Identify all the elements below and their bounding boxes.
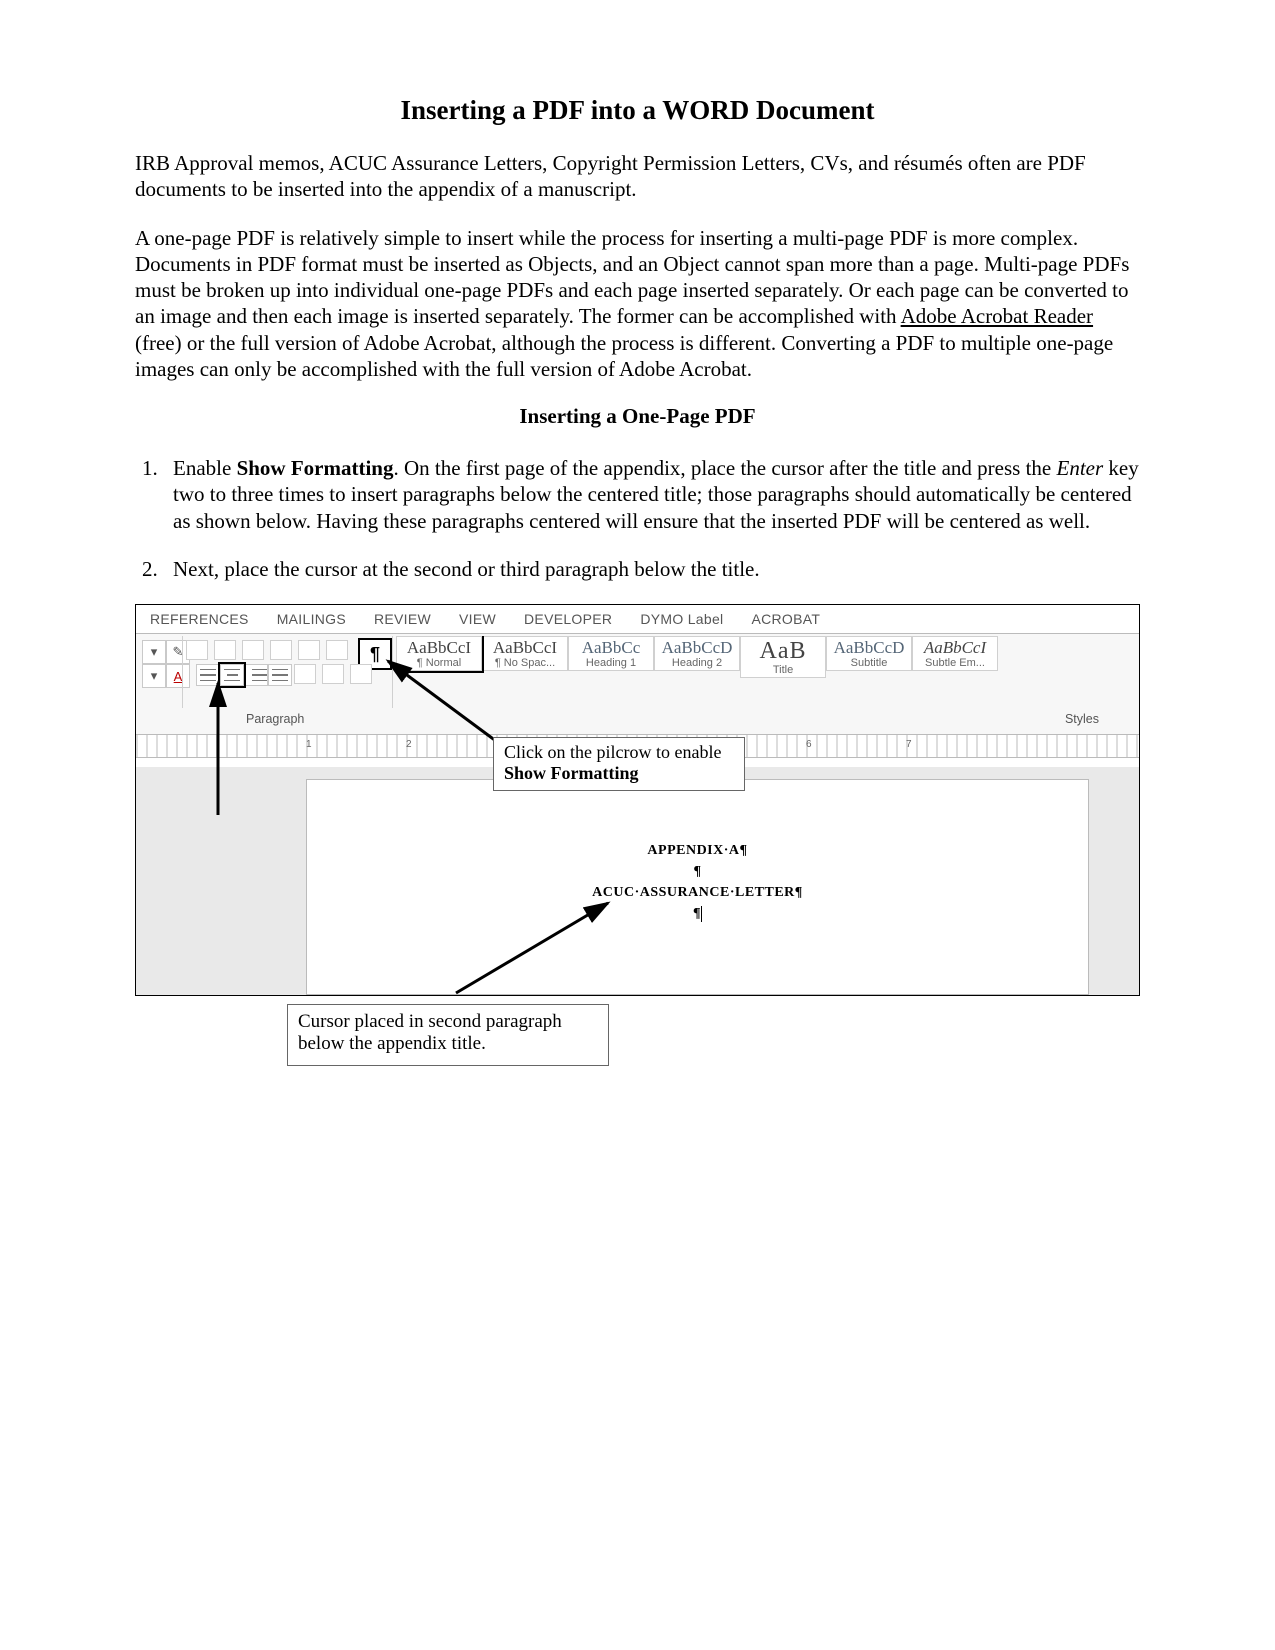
- increase-indent-icon[interactable]: [298, 640, 320, 660]
- tab-dymo[interactable]: DYMO Label: [640, 611, 723, 627]
- style-item[interactable]: AaBbCcI¶ No Spac...: [482, 636, 568, 671]
- ribbon: ▾ ✎ ▾ A ¶: [136, 634, 1139, 735]
- style-item[interactable]: AaBbCcDSubtitle: [826, 636, 912, 671]
- style-item[interactable]: AaBTitle: [740, 636, 826, 678]
- appendix-line-1: APPENDIX·A¶: [307, 840, 1088, 861]
- style-sample: AaBbCcD: [834, 639, 905, 656]
- shading-icon[interactable]: [322, 664, 344, 684]
- page-title: Inserting a PDF into a WORD Document: [135, 95, 1140, 126]
- appendix-line-3: ACUC·ASSURANCE·LETTER¶: [307, 882, 1088, 903]
- intro-paragraph-2: A one-page PDF is relatively simple to i…: [135, 225, 1140, 383]
- ruler-mark: 6: [806, 739, 812, 750]
- ruler-mark: 7: [906, 739, 912, 750]
- style-sample: AaBbCc: [582, 639, 641, 656]
- tab-acrobat[interactable]: ACROBAT: [751, 611, 820, 627]
- step1-ital: Enter: [1057, 456, 1104, 480]
- ruler-mark: 1: [306, 739, 312, 750]
- intro2-text-b: (free) or the full version of Adobe Acro…: [135, 331, 1113, 381]
- step-2: Next, place the cursor at the second or …: [163, 556, 1140, 582]
- font-dropdown-icon[interactable]: ▾: [142, 640, 166, 664]
- appendix-line-4: ¶: [307, 903, 1088, 924]
- callout-pilcrow-text-a: Click on the pilcrow to enable: [504, 742, 721, 762]
- font-color-dropdown-icon[interactable]: ▾: [142, 664, 166, 688]
- word-screenshot: REFERENCES MAILINGS REVIEW VIEW DEVELOPE…: [135, 604, 1140, 996]
- line-spacing-icon[interactable]: [294, 664, 316, 684]
- style-label: Subtitle: [851, 657, 888, 669]
- number-list-icon[interactable]: [214, 640, 236, 660]
- style-sample: AaBbCcI: [493, 639, 557, 656]
- style-label: Subtle Em...: [925, 657, 985, 669]
- tab-references[interactable]: REFERENCES: [150, 611, 249, 627]
- borders-icon[interactable]: [350, 664, 372, 684]
- multilevel-list-icon[interactable]: [242, 640, 264, 660]
- appendix-content: APPENDIX·A¶ ¶ ACUC·ASSURANCE·LETTER¶ ¶: [307, 840, 1088, 924]
- style-item[interactable]: AaBbCcHeading 1: [568, 636, 654, 671]
- align-right-icon[interactable]: [244, 664, 268, 686]
- font-color-icon[interactable]: A: [166, 664, 190, 688]
- ruler-mark: 2: [406, 739, 412, 750]
- alignment-group: [196, 664, 292, 686]
- styles-group-label: Styles: [1065, 712, 1099, 726]
- align-justify-icon[interactable]: [268, 664, 292, 686]
- tab-developer[interactable]: DEVELOPER: [524, 611, 612, 627]
- paragraph-group-label: Paragraph: [246, 712, 304, 726]
- styles-gallery[interactable]: AaBbCcI¶ NormalAaBbCcI¶ No Spac...AaBbCc…: [396, 636, 1135, 684]
- callout-pilcrow-text-b: Show Formatting: [504, 763, 639, 783]
- document-page[interactable]: APPENDIX·A¶ ¶ ACUC·ASSURANCE·LETTER¶ ¶: [306, 779, 1089, 995]
- style-label: Heading 2: [672, 657, 722, 669]
- style-label: Heading 1: [586, 657, 636, 669]
- tab-mailings[interactable]: MAILINGS: [277, 611, 346, 627]
- tab-view[interactable]: VIEW: [459, 611, 496, 627]
- align-left-icon[interactable]: [196, 664, 220, 686]
- step1-a: Enable: [173, 456, 237, 480]
- style-label: ¶ No Spac...: [495, 657, 555, 669]
- section-heading: Inserting a One-Page PDF: [135, 404, 1140, 429]
- style-item[interactable]: AaBbCcISubtle Em...: [912, 636, 998, 671]
- style-sample: AaBbCcD: [662, 639, 733, 656]
- align-center-icon[interactable]: [220, 664, 244, 686]
- document-area: APPENDIX·A¶ ¶ ACUC·ASSURANCE·LETTER¶ ¶: [136, 767, 1139, 995]
- tab-review[interactable]: REVIEW: [374, 611, 431, 627]
- style-label: Title: [773, 664, 793, 676]
- cursor-callout: Cursor placed in second paragraph below …: [287, 1004, 609, 1066]
- style-item[interactable]: AaBbCcI¶ Normal: [396, 636, 482, 671]
- style-item[interactable]: AaBbCcDHeading 2: [654, 636, 740, 671]
- adobe-reader-link[interactable]: Adobe Acrobat Reader: [901, 304, 1093, 328]
- step-1: Enable Show Formatting. On the first pag…: [163, 455, 1140, 534]
- style-sample: AaB: [760, 639, 807, 663]
- sort-icon[interactable]: [326, 640, 348, 660]
- pilcrow-callout: Click on the pilcrow to enable Show Form…: [493, 737, 745, 791]
- decrease-indent-icon[interactable]: [270, 640, 292, 660]
- text-cursor: [701, 906, 702, 922]
- style-sample: AaBbCcI: [924, 639, 986, 656]
- style-label: ¶ Normal: [417, 657, 461, 669]
- ribbon-tabs: REFERENCES MAILINGS REVIEW VIEW DEVELOPE…: [136, 605, 1139, 634]
- style-sample: AaBbCcI: [407, 639, 471, 656]
- intro-paragraph-1: IRB Approval memos, ACUC Assurance Lette…: [135, 150, 1140, 203]
- step1-b: . On the first page of the appendix, pla…: [393, 456, 1056, 480]
- bullet-list-icon[interactable]: [186, 640, 208, 660]
- appendix-line-2: ¶: [307, 861, 1088, 882]
- step1-strong: Show Formatting: [237, 456, 394, 480]
